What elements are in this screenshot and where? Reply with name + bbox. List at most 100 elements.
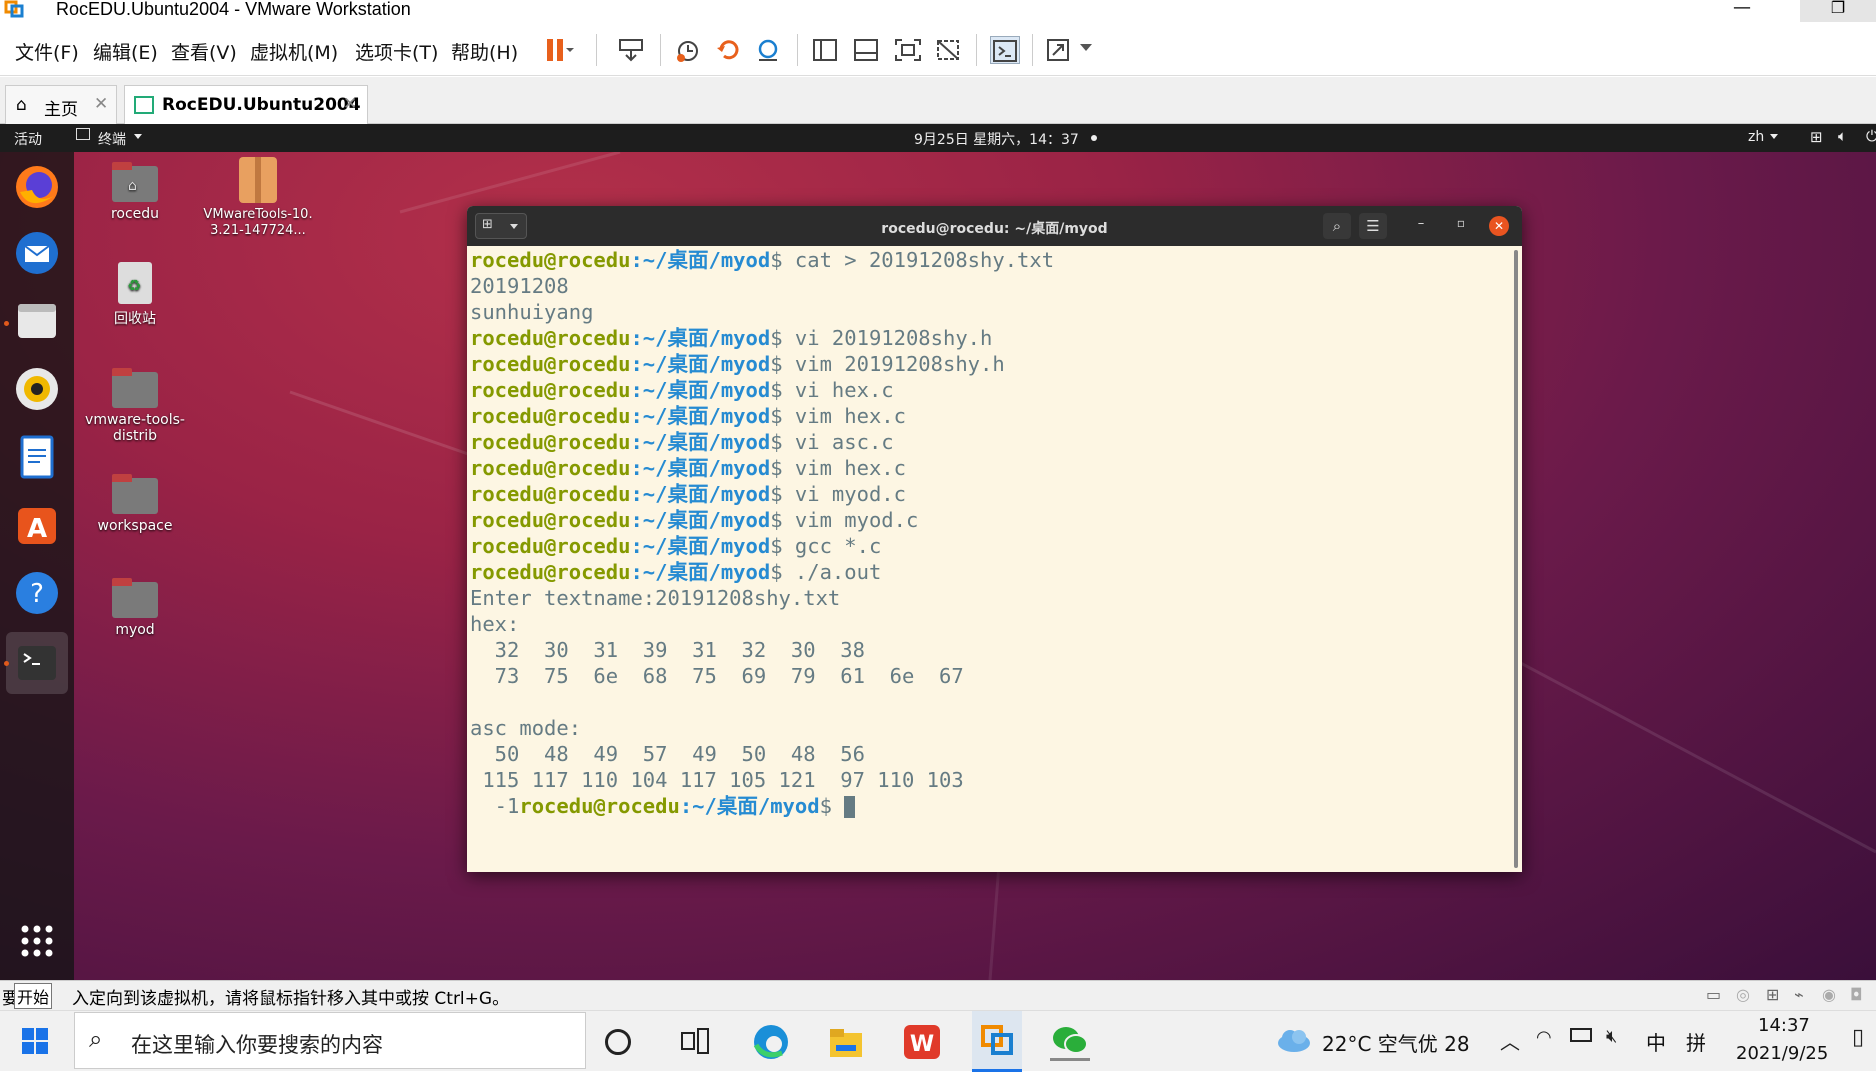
desktop-icon-label: rocedu bbox=[110, 206, 160, 222]
taskbar-date[interactable]: 2021/9/25 bbox=[1736, 1043, 1828, 1064]
menu-view[interactable]: 查看(V) bbox=[171, 38, 237, 65]
volume-mute-icon[interactable]: 🔇︎ bbox=[1606, 1026, 1617, 1047]
thumbnail-view-icon[interactable] bbox=[852, 36, 882, 64]
wechat-icon[interactable] bbox=[1050, 1023, 1090, 1061]
start-tooltip: 开始 bbox=[14, 983, 53, 1009]
full-screen-icon[interactable] bbox=[893, 36, 923, 64]
close-icon[interactable]: ✕ bbox=[94, 94, 108, 114]
ime-language[interactable]: 中 bbox=[1646, 1027, 1666, 1056]
input-language[interactable]: zh bbox=[1748, 129, 1764, 145]
search-icon[interactable]: ⌕ bbox=[1323, 213, 1351, 239]
menu-help[interactable]: 帮助(H) bbox=[451, 38, 518, 65]
activities-button[interactable]: 活动 bbox=[14, 129, 42, 149]
terminal-output[interactable]: rocedu@rocedu:~/桌面/myod$ cat > 20191208s… bbox=[470, 247, 1510, 867]
tab-home[interactable]: ⌂ 主页 ✕ bbox=[5, 85, 117, 124]
desktop-icon-trash[interactable]: ♻ 回收站 bbox=[80, 262, 190, 328]
weather-cloud-icon[interactable] bbox=[1276, 1027, 1312, 1053]
running-indicator bbox=[4, 321, 9, 326]
home-icon: ⌂ bbox=[16, 95, 27, 115]
output-text: 32 30 31 39 31 32 30 38 bbox=[470, 638, 865, 662]
close-icon[interactable]: ✕ bbox=[343, 94, 357, 114]
desktop-icon-label: vmware-tools-distrib bbox=[85, 412, 185, 444]
file-explorer-icon[interactable] bbox=[828, 1025, 864, 1059]
terminal-window[interactable]: ⊞ rocedu@rocedu: ~/桌面/myod ⌕ ☰ – ▫ ✕ roc… bbox=[467, 206, 1522, 872]
snapshot-manager-icon[interactable] bbox=[753, 36, 783, 64]
terminal-command-line: rocedu@rocedu:~/桌面/myod$ vim 20191208shy… bbox=[470, 351, 1510, 377]
library-view-icon[interactable] bbox=[811, 36, 841, 64]
output-text: hex: bbox=[470, 612, 520, 636]
usb-icon[interactable]: ⌁ bbox=[1794, 985, 1804, 1004]
prompt-symbol: $ bbox=[770, 326, 783, 350]
terminal-icon[interactable] bbox=[12, 638, 62, 688]
task-view-icon[interactable] bbox=[680, 1027, 710, 1055]
cd-icon[interactable]: ◎ bbox=[1736, 985, 1750, 1004]
help-icon[interactable]: ? bbox=[12, 568, 62, 618]
network-adapter-icon[interactable]: ⊞ bbox=[1766, 985, 1779, 1004]
software-center-icon[interactable]: A bbox=[12, 500, 62, 550]
panel-clock[interactable]: 9月25日 星期六，14：37 bbox=[914, 129, 1079, 149]
desktop-icon-vmware-tools-distrib[interactable]: vmware-tools-distrib bbox=[80, 368, 190, 444]
desktop-icon-vmwaretools[interactable]: VMwareTools-10.3.21-147724... bbox=[202, 157, 314, 239]
cortana-icon[interactable] bbox=[605, 1029, 631, 1055]
chevron-up-icon[interactable]: ︿ bbox=[1500, 1026, 1520, 1055]
libreoffice-writer-icon[interactable] bbox=[12, 432, 62, 482]
windows-start-icon[interactable] bbox=[22, 1028, 48, 1054]
minimize-icon[interactable]: – bbox=[1411, 216, 1431, 236]
desktop-icon-label: workspace bbox=[97, 518, 173, 534]
volume-icon[interactable]: 🔈︎ bbox=[1838, 127, 1847, 145]
notification-icon[interactable]: ▯ bbox=[1852, 1025, 1864, 1050]
tab-vm[interactable]: RocEDU.Ubuntu2004 ✕ bbox=[124, 85, 368, 124]
revert-snapshot-icon[interactable] bbox=[713, 36, 743, 64]
unity-mode-icon[interactable] bbox=[934, 36, 964, 64]
output-text: 73 75 6e 68 75 69 79 61 6e 67 bbox=[470, 664, 964, 688]
stretch-guest-icon[interactable] bbox=[1045, 36, 1075, 64]
menu-tabs[interactable]: 选项卡(T) bbox=[355, 38, 438, 65]
pause-icon[interactable] bbox=[544, 36, 574, 64]
app-menu[interactable]: 终端 bbox=[98, 129, 126, 149]
prompt-path: :~/桌面/myod bbox=[630, 508, 771, 532]
power-icon[interactable]: ⏻ bbox=[1866, 127, 1876, 145]
desktop-icon-rocedu[interactable]: ⌂ rocedu bbox=[80, 162, 190, 222]
send-keys-icon[interactable] bbox=[617, 36, 647, 64]
rhythmbox-icon[interactable] bbox=[12, 364, 62, 414]
wps-icon[interactable]: W bbox=[902, 1023, 942, 1061]
ime-mode[interactable]: 拼 bbox=[1686, 1027, 1706, 1056]
thunderbird-icon[interactable] bbox=[12, 228, 62, 278]
taskbar-search-box[interactable]: ⌕ 在这里输入你要搜索的内容 bbox=[74, 1012, 586, 1069]
terminal-small-icon bbox=[76, 128, 90, 140]
vmware-taskbar-button[interactable] bbox=[972, 1011, 1022, 1072]
desktop-icon-workspace[interactable]: workspace bbox=[80, 474, 190, 534]
terminal-output-line: 73 75 6e 68 75 69 79 61 6e 67 bbox=[470, 663, 1510, 689]
show-applications-icon[interactable] bbox=[12, 916, 62, 966]
prompt-path: :~/桌面/myod bbox=[630, 352, 771, 376]
camera-icon[interactable]: ◘ bbox=[1850, 985, 1863, 1004]
wifi-icon[interactable]: ◠ bbox=[1536, 1027, 1552, 1048]
menu-edit[interactable]: 编辑(E) bbox=[93, 38, 158, 65]
maximize-icon[interactable]: ▫ bbox=[1451, 216, 1471, 236]
weather-text[interactable]: 22°C 空气优 28 bbox=[1322, 1028, 1470, 1057]
prompt-path: :~/桌面/myod bbox=[630, 456, 771, 480]
battery-icon[interactable] bbox=[1570, 1028, 1592, 1042]
firefox-icon[interactable] bbox=[12, 162, 62, 212]
terminal-command-line: rocedu@rocedu:~/桌面/myod$ cat > 20191208s… bbox=[470, 247, 1510, 273]
files-icon[interactable] bbox=[12, 296, 62, 346]
menu-vm[interactable]: 虚拟机(M) bbox=[250, 38, 338, 65]
minimize-button[interactable]: — bbox=[1727, 0, 1757, 19]
desktop-icon-label: VMwareTools-10.3.21-147724... bbox=[203, 207, 313, 238]
stretch-dropdown-icon[interactable] bbox=[1080, 44, 1092, 51]
restore-button[interactable]: ❐ bbox=[1800, 0, 1876, 22]
network-icon[interactable]: ⊞ bbox=[1810, 128, 1823, 146]
terminal-command-line: rocedu@rocedu:~/桌面/myod$ vi hex.c bbox=[470, 377, 1510, 403]
menu-file[interactable]: 文件(F) bbox=[15, 38, 79, 65]
taskbar-time[interactable]: 14:37 bbox=[1758, 1015, 1810, 1036]
console-view-icon[interactable] bbox=[990, 36, 1020, 64]
sound-icon[interactable]: ◉ bbox=[1822, 985, 1836, 1004]
snapshot-icon[interactable] bbox=[673, 36, 703, 64]
hard-disk-icon[interactable]: ▭ bbox=[1706, 985, 1721, 1004]
desktop-icon-myod[interactable]: myod bbox=[80, 578, 190, 638]
terminal-output-line: sunhuiyang bbox=[470, 299, 1510, 325]
hamburger-menu-icon[interactable]: ☰ bbox=[1359, 213, 1387, 239]
edge-icon[interactable] bbox=[752, 1023, 790, 1061]
terminal-scrollbar[interactable] bbox=[1514, 250, 1518, 868]
close-icon[interactable]: ✕ bbox=[1489, 216, 1509, 236]
